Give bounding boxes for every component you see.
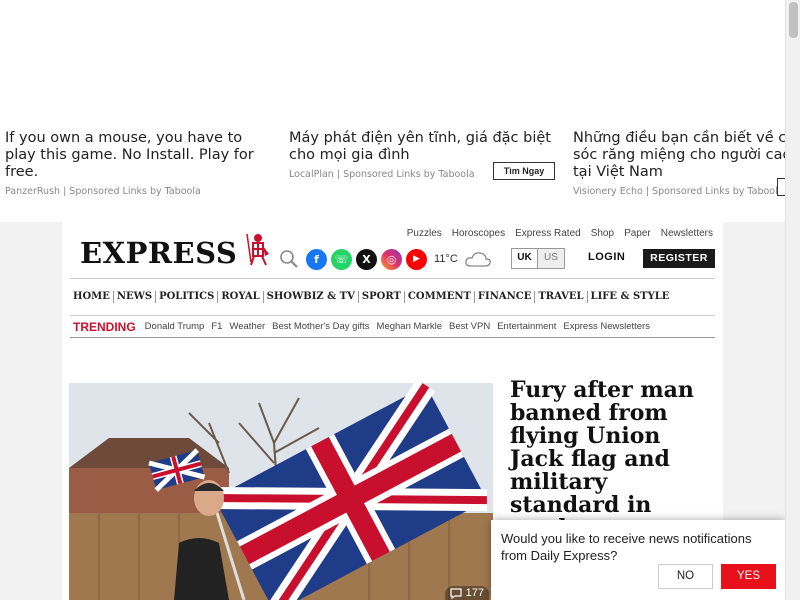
facebook-icon[interactable]: f [306, 248, 327, 270]
scrollbar-thumb[interactable] [789, 2, 798, 38]
nav-travel[interactable]: TRAVEL [535, 291, 588, 303]
ad-source: Visionery Echo | Sponsored Links by Tabo… [573, 186, 784, 197]
trending-item[interactable]: Donald Trump [145, 321, 205, 332]
hero-headline[interactable]: Fury after man banned from flying Union … [510, 379, 720, 540]
edition-switcher: UK US [511, 248, 565, 269]
ad-cta-button[interactable]: Tìm Ngay [493, 162, 555, 180]
weather-widget[interactable]: 11°C [434, 250, 492, 268]
trending-item[interactable]: Best VPN [449, 321, 490, 332]
nav-politics[interactable]: POLITICS [156, 291, 219, 303]
trending-item[interactable]: Best Mother's Day gifts [272, 321, 369, 332]
util-link-shop[interactable]: Shop [591, 228, 614, 239]
nav-home[interactable]: HOME [70, 291, 114, 303]
notification-text: Would you like to receive news notificat… [501, 531, 752, 563]
util-link-horoscopes[interactable]: Horoscopes [452, 228, 505, 239]
nav-finance[interactable]: FINANCE [475, 291, 536, 303]
nav-life-style[interactable]: LIFE & STYLE [588, 291, 673, 303]
trending-item[interactable]: F1 [211, 321, 222, 332]
instagram-icon[interactable]: ◎ [381, 248, 402, 270]
nav-showbiz[interactable]: SHOWBIZ & TV [264, 291, 359, 303]
nav-royal[interactable]: ROYAL [218, 291, 264, 303]
utility-nav: Puzzles Horoscopes Express Rated Shop Pa… [407, 228, 713, 239]
ad-cta-button[interactable] [777, 178, 785, 196]
decline-button[interactable]: NO [658, 564, 713, 589]
scrollbar[interactable] [785, 0, 800, 600]
comment-count-value: 177 [465, 587, 484, 599]
register-button[interactable]: REGISTER [643, 249, 715, 268]
weather-temp: 11°C [434, 253, 458, 265]
util-link-puzzles[interactable]: Puzzles [407, 228, 442, 239]
trending-item[interactable]: Entertainment [497, 321, 556, 332]
trending-item[interactable]: Express Newsletters [563, 321, 650, 332]
sponsored-strip: If you own a mouse, you have to play thi… [0, 0, 785, 222]
search-icon[interactable] [278, 248, 300, 270]
edition-us[interactable]: US [538, 249, 564, 268]
cloud-icon [464, 252, 491, 267]
trending-item[interactable]: Weather [229, 321, 265, 332]
accept-button[interactable]: YES [721, 564, 776, 589]
trending-bar: TRENDING Donald Trump F1 Weather Best Mo… [70, 316, 715, 338]
hero-photo [69, 383, 493, 600]
hero-image[interactable]: 177 [69, 383, 493, 600]
nav-comment[interactable]: COMMENT [405, 291, 475, 303]
util-link-express-rated[interactable]: Express Rated [515, 228, 581, 239]
util-link-paper[interactable]: Paper [624, 228, 651, 239]
main-nav: HOME NEWS POLITICS ROYAL SHOWBIZ & TV SP… [70, 278, 715, 316]
notification-prompt: Would you like to receive news notificat… [491, 520, 785, 600]
util-link-newsletters[interactable]: Newsletters [661, 228, 713, 239]
page: If you own a mouse, you have to play thi… [0, 0, 800, 600]
ad-title[interactable]: Những điều bạn cần biết về chăm sóc răng… [573, 130, 785, 181]
social-icon-row: f ☏ X ◎ ▶ [278, 248, 427, 270]
sponsored-ad[interactable]: If you own a mouse, you have to play thi… [5, 130, 275, 197]
edition-uk[interactable]: UK [512, 249, 538, 268]
ad-title[interactable]: Máy phát điện yên tĩnh, giá đặc biệt cho… [289, 130, 559, 164]
ad-title[interactable]: If you own a mouse, you have to play thi… [5, 130, 275, 181]
comment-count[interactable]: 177 [444, 586, 489, 600]
sponsored-ad[interactable]: Những điều bạn cần biết về chăm sóc răng… [573, 130, 785, 197]
ad-source: PanzerRush | Sponsored Links by Taboola [5, 186, 201, 197]
login-link[interactable]: LOGIN [588, 251, 625, 263]
nav-sport[interactable]: SPORT [359, 291, 405, 303]
crusader-logo-icon [246, 233, 269, 266]
trending-item[interactable]: Meghan Markle [377, 321, 442, 332]
trending-label: TRENDING [73, 319, 136, 334]
nav-news[interactable]: NEWS [114, 291, 157, 303]
x-icon[interactable]: X [356, 248, 377, 270]
comment-icon [450, 587, 462, 599]
site-logo[interactable]: EXPRESS [80, 236, 237, 270]
youtube-icon[interactable]: ▶ [406, 248, 427, 270]
whatsapp-icon[interactable]: ☏ [331, 248, 352, 270]
